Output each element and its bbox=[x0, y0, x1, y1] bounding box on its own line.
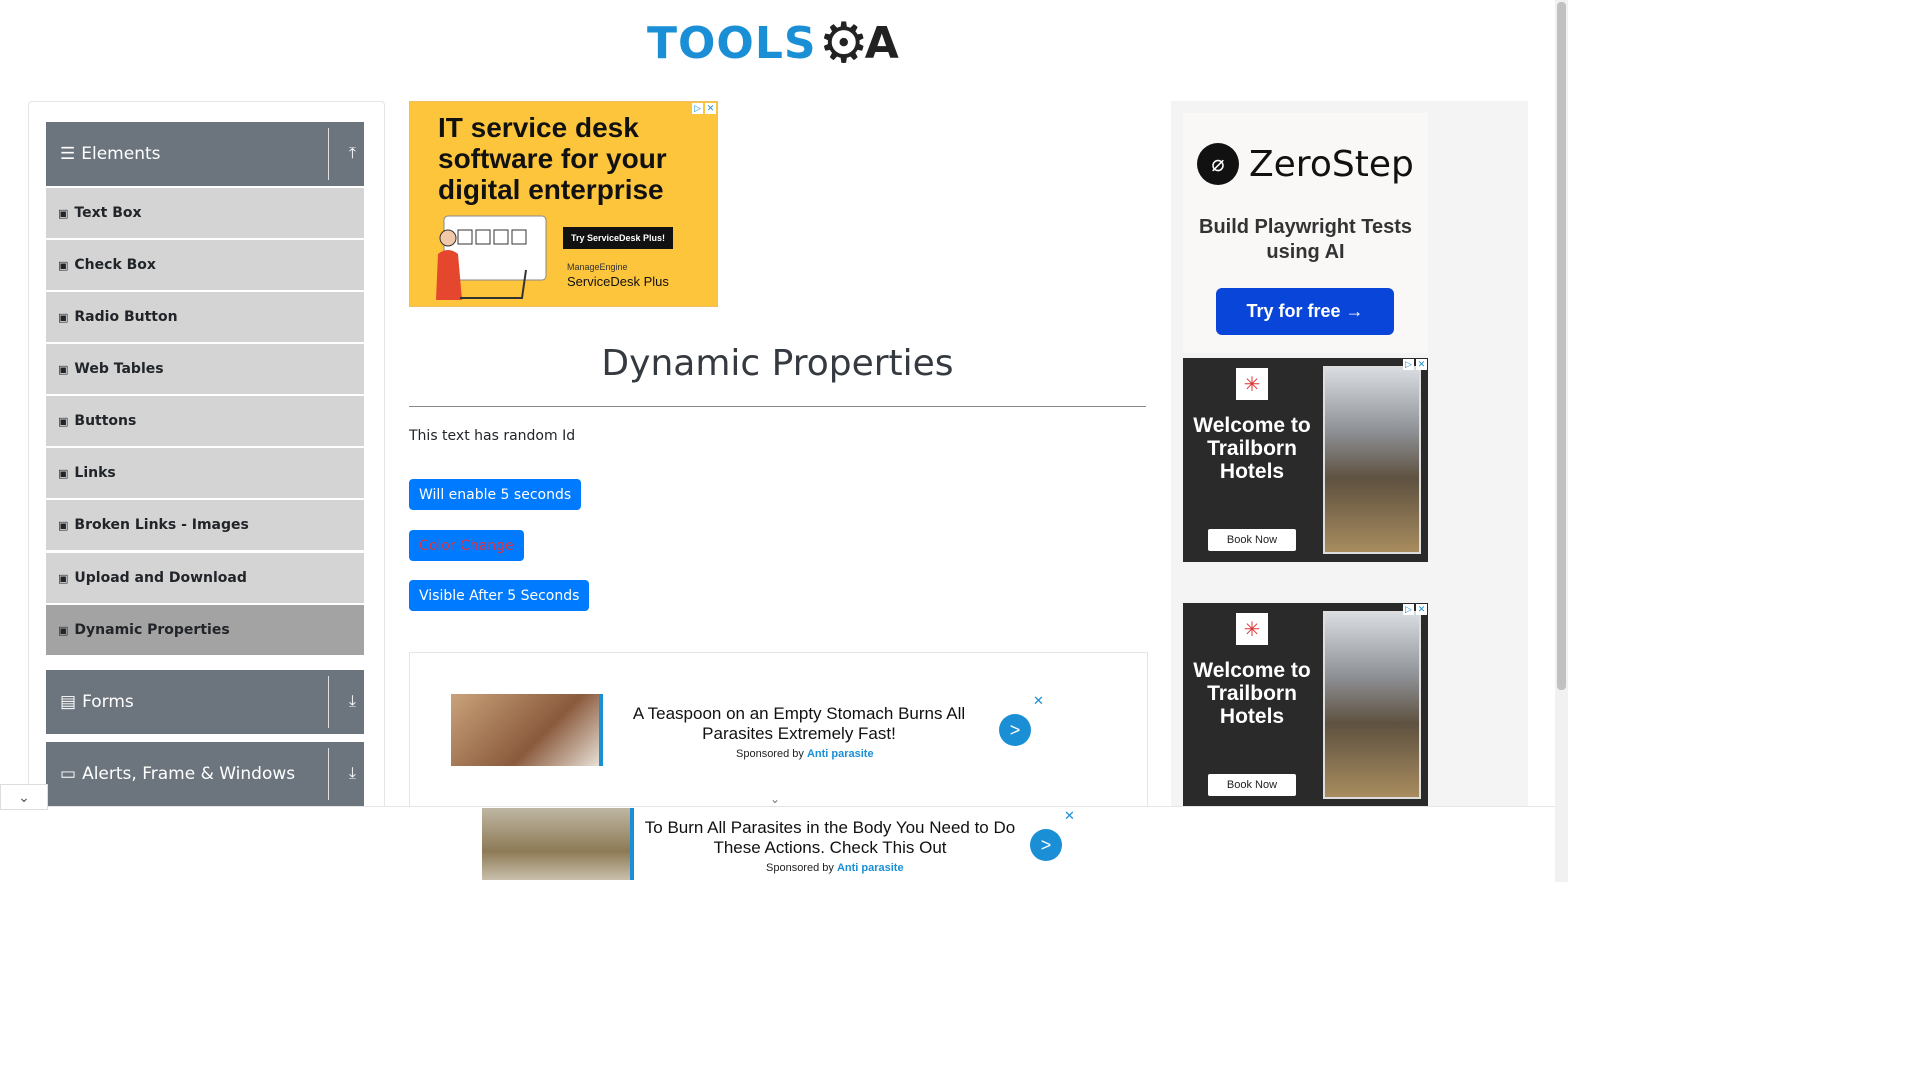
gear-icon: ⚙ bbox=[818, 11, 869, 74]
close-icon[interactable]: ✕ bbox=[1064, 808, 1075, 824]
group-alerts-frame-windows[interactable]: ▭ Alerts, Frame & Windows ⤓ bbox=[46, 742, 364, 806]
window-icon: ▭ bbox=[60, 764, 77, 783]
sidebar-item-label: Links bbox=[74, 465, 116, 481]
adchoices-icon[interactable]: ▷ bbox=[1403, 604, 1414, 615]
item-icon: ▣ bbox=[58, 258, 69, 272]
sidebar-item-label: Check Box bbox=[74, 257, 156, 273]
ad-trailborn-hotels[interactable]: ✳ Welcome to Trailborn Hotels Book Now ▷… bbox=[1183, 603, 1428, 807]
native-ad-image[interactable] bbox=[451, 694, 599, 766]
sidebar-item-dynamic-properties[interactable]: ▣ Dynamic Properties bbox=[46, 605, 364, 655]
chevron-down-icon[interactable]: ⌄ bbox=[770, 792, 780, 806]
bottom-ad-go-button[interactable]: > bbox=[1030, 829, 1062, 861]
sidebar-item-buttons[interactable]: ▣ Buttons bbox=[46, 396, 364, 446]
form-icon: ▤ bbox=[60, 692, 77, 711]
item-icon: ▣ bbox=[58, 466, 69, 480]
close-icon[interactable]: ✕ bbox=[1416, 604, 1427, 615]
enable-after-button[interactable]: Will enable 5 seconds bbox=[409, 479, 582, 510]
group-elements[interactable]: ☰ Elements ⤒ bbox=[46, 122, 364, 186]
bottom-ad-headline[interactable]: To Burn All Parasites in the Body You Ne… bbox=[640, 818, 1020, 858]
expand-arrow-icon[interactable]: ⤓ bbox=[349, 765, 356, 783]
hotel-ad-text: Welcome to Trailborn Hotels bbox=[1193, 414, 1311, 483]
ad-zerostep[interactable]: ⌀ ZeroStep Build Playwright Tests using … bbox=[1183, 113, 1428, 353]
sidebar-item-label: Upload and Download bbox=[74, 570, 247, 586]
bottom-ad-sponsor[interactable]: Sponsored by Anti parasite bbox=[766, 862, 904, 874]
group-label: Elements bbox=[81, 144, 161, 164]
random-id-text: This text has random Id bbox=[409, 428, 576, 444]
native-ad-sponsor[interactable]: Sponsored by Anti parasite bbox=[736, 748, 874, 760]
item-icon: ▣ bbox=[58, 518, 69, 532]
native-ad-go-button[interactable]: > bbox=[999, 714, 1031, 746]
logo-text: TOOLS bbox=[647, 17, 817, 69]
ad-servicedesk[interactable]: IT service desk software for your digita… bbox=[409, 101, 718, 307]
zerostep-tagline: Build Playwright Tests using AI bbox=[1199, 216, 1412, 263]
sidebar-item-label: Radio Button bbox=[74, 309, 178, 325]
sidebar-item-broken-links[interactable]: ▣ Broken Links - Images bbox=[46, 500, 364, 550]
sidebar-item-label: Text Box bbox=[74, 205, 142, 221]
native-ad-headline[interactable]: A Teaspoon on an Empty Stomach Burns All… bbox=[624, 704, 974, 744]
item-icon: ▣ bbox=[58, 571, 69, 585]
sidebar-item-upload-download[interactable]: ▣ Upload and Download bbox=[46, 553, 364, 603]
close-icon[interactable]: ✕ bbox=[705, 103, 716, 114]
sidebar-item-links[interactable]: ▣ Links bbox=[46, 448, 364, 498]
color-change-button[interactable]: Color Change bbox=[409, 530, 524, 561]
item-icon: ▣ bbox=[58, 362, 69, 376]
expand-arrow-icon[interactable]: ⤓ bbox=[349, 693, 356, 711]
chevron-down-icon[interactable]: ⌄ bbox=[0, 784, 48, 810]
mountain-image bbox=[1323, 366, 1421, 554]
bottom-ad-image[interactable] bbox=[482, 808, 630, 880]
ad-illustration bbox=[436, 215, 547, 300]
book-now-button[interactable]: Book Now bbox=[1208, 529, 1296, 551]
title-divider bbox=[409, 406, 1146, 407]
ad-brand-small: ManageEngine bbox=[567, 262, 628, 272]
zerostep-logo-icon: ⌀ bbox=[1197, 143, 1239, 185]
hamburger-icon: ☰ bbox=[60, 144, 76, 163]
sidebar-item-web-tables[interactable]: ▣ Web Tables bbox=[46, 344, 364, 394]
mountain-image bbox=[1323, 611, 1421, 799]
ad-cta-button[interactable]: Try ServiceDesk Plus! bbox=[563, 227, 673, 249]
item-icon: ▣ bbox=[58, 206, 69, 220]
hotel-logo-icon: ✳ bbox=[1236, 613, 1268, 645]
item-icon: ▣ bbox=[58, 310, 69, 324]
logo-suffix: A bbox=[864, 17, 899, 69]
hotel-ad-text: Welcome to Trailborn Hotels bbox=[1193, 659, 1311, 728]
ad-brand-large: ServiceDesk Plus bbox=[567, 274, 669, 289]
zerostep-name: ZeroStep bbox=[1249, 143, 1414, 185]
collapse-arrow-icon[interactable]: ⤒ bbox=[349, 145, 356, 163]
toolsqa-logo[interactable]: TOOLS ⚙ A bbox=[647, 12, 911, 74]
visible-after-button[interactable]: Visible After 5 Seconds bbox=[409, 580, 590, 611]
sidebar-item-label: Dynamic Properties bbox=[74, 622, 230, 638]
sidebar-item-radio-button[interactable]: ▣ Radio Button bbox=[46, 292, 364, 342]
close-icon[interactable]: ✕ bbox=[1416, 359, 1427, 370]
hotel-logo-icon: ✳ bbox=[1236, 368, 1268, 400]
item-icon: ▣ bbox=[58, 623, 69, 637]
group-forms[interactable]: ▤ Forms ⤓ bbox=[46, 670, 364, 734]
adchoices-icon[interactable]: ▷ bbox=[692, 103, 703, 114]
group-label: Alerts, Frame & Windows bbox=[82, 764, 296, 784]
item-icon: ▣ bbox=[58, 414, 69, 428]
adchoices-icon[interactable]: ▷ bbox=[1403, 359, 1414, 370]
ad-headline: IT service desk software for your digita… bbox=[438, 112, 667, 205]
group-label: Forms bbox=[82, 692, 134, 712]
book-now-button[interactable]: Book Now bbox=[1208, 774, 1296, 796]
sidebar-item-text-box[interactable]: ▣ Text Box bbox=[46, 188, 364, 238]
sidebar-item-label: Buttons bbox=[74, 413, 137, 429]
ad-trailborn-hotels[interactable]: ✳ Welcome to Trailborn Hotels Book Now ▷… bbox=[1183, 358, 1428, 562]
sidebar-item-label: Web Tables bbox=[74, 361, 164, 377]
page-title: Dynamic Properties bbox=[601, 343, 954, 384]
sidebar-item-check-box[interactable]: ▣ Check Box bbox=[46, 240, 364, 290]
sidebar-item-label: Broken Links - Images bbox=[74, 517, 249, 533]
close-icon[interactable]: ✕ bbox=[1033, 693, 1044, 709]
scrollbar-thumb[interactable] bbox=[1557, 2, 1566, 690]
zerostep-cta-button[interactable]: Try for free → bbox=[1216, 288, 1394, 335]
